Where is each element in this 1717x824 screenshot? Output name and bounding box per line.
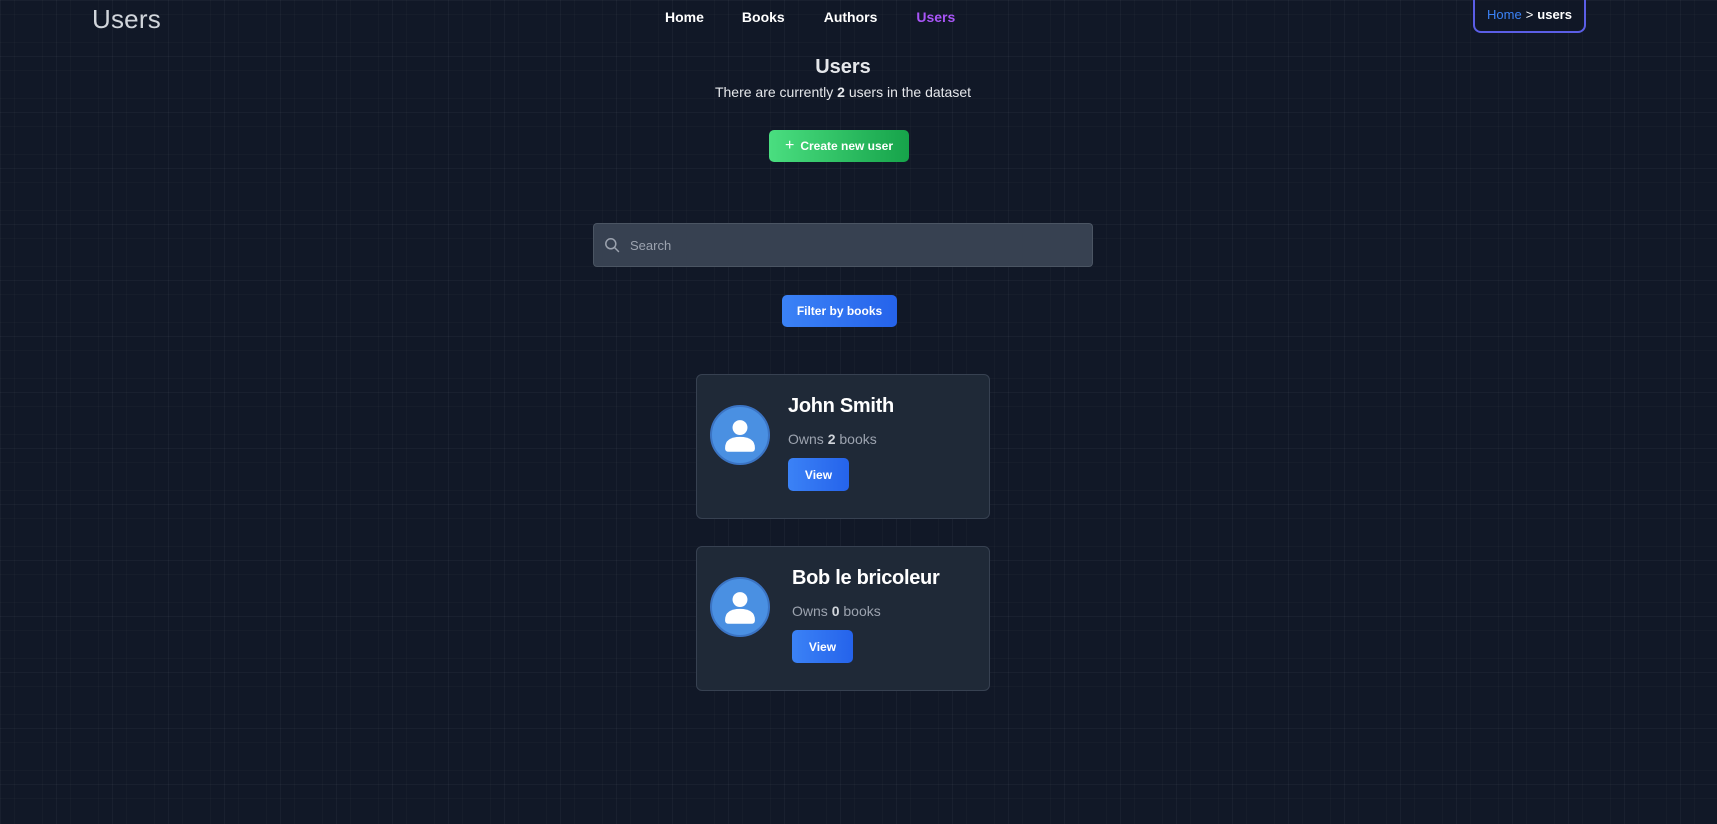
search-icon [604,237,620,253]
nav-item-home[interactable]: Home [665,9,704,25]
subtitle-suffix: users in the dataset [848,84,972,100]
breadcrumb: Home > users [1473,0,1586,33]
owns-suffix: books [843,603,881,619]
filter-by-books-button[interactable]: Filter by books [782,295,897,327]
page-subtitle: There are currently 2 users in the datas… [0,84,1686,100]
user-card: Bob le bricoleur Owns 0 books View [696,546,990,691]
user-name: Bob le bricoleur [792,567,940,589]
user-count: 2 [837,84,845,100]
create-user-label: Create new user [800,139,894,153]
breadcrumb-separator: > [1525,7,1534,22]
view-user-button[interactable]: View [788,458,849,491]
create-user-button[interactable]: + Create new user [769,130,909,162]
page-title: Users [815,56,871,78]
search-bar [593,223,1093,267]
user-card: John Smith Owns 2 books View [696,374,990,519]
view-user-button[interactable]: View [792,630,853,663]
nav-item-users[interactable]: Users [916,9,955,25]
search-input[interactable] [620,224,1092,266]
plus-icon: + [784,137,795,154]
brand-title: Users [92,4,161,34]
user-name: John Smith [788,395,894,417]
book-count: 2 [827,431,836,447]
user-book-count: Owns 2 books [788,431,877,447]
nav-item-authors[interactable]: Authors [824,9,878,25]
owns-prefix: Owns [792,603,828,619]
book-count: 0 [831,603,840,619]
subtitle-prefix: There are currently [714,84,834,100]
user-avatar-icon [710,577,770,637]
user-avatar-icon [710,405,770,465]
breadcrumb-current: users [1537,7,1572,22]
breadcrumb-home-link[interactable]: Home [1487,7,1522,22]
main-nav: Home Books Authors Users [665,9,955,25]
user-book-count: Owns 0 books [792,603,881,619]
owns-suffix: books [839,431,877,447]
owns-prefix: Owns [788,431,824,447]
nav-item-books[interactable]: Books [742,9,785,25]
